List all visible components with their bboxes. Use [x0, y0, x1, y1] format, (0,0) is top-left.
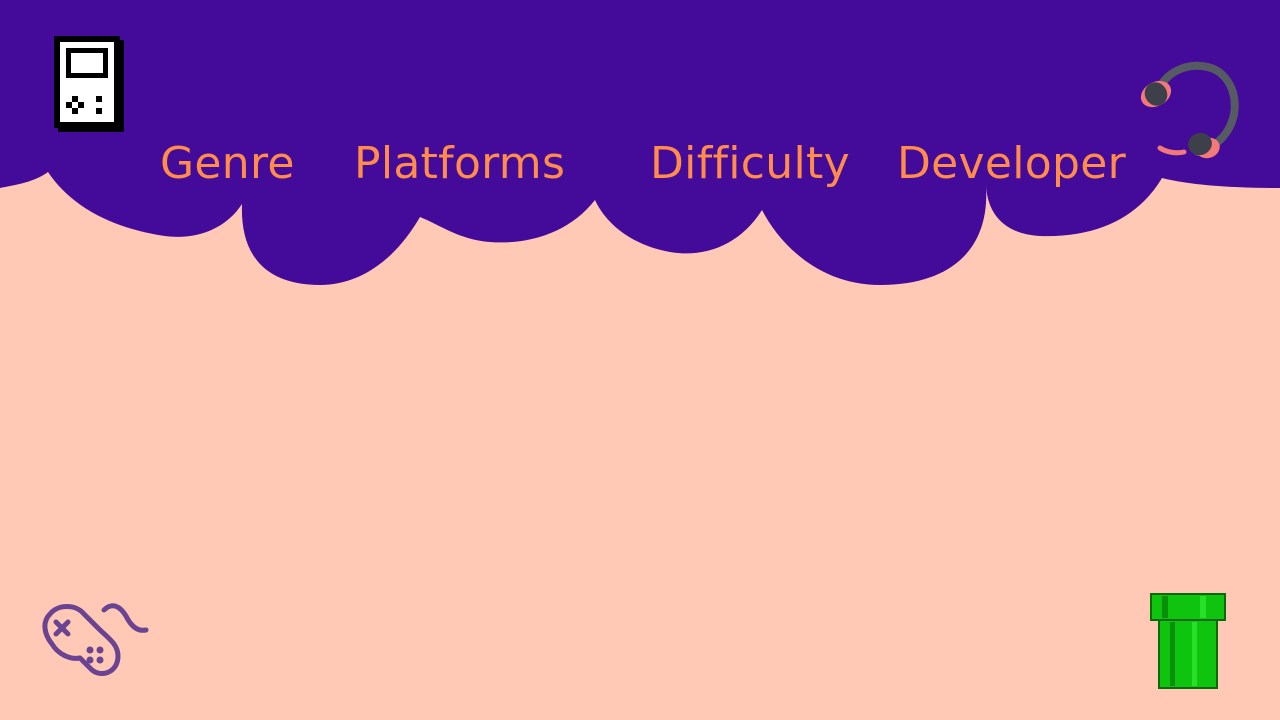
page: Genre Platforms Difficulty Developer [0, 0, 1280, 720]
nav-developer[interactable]: Developer [897, 136, 1126, 192]
headset-icon [1140, 61, 1239, 159]
nav-difficulty[interactable]: Difficulty [650, 136, 850, 192]
gamepad-icon [42, 603, 149, 676]
handheld-console-icon [54, 36, 124, 132]
warp-pipe-icon [1150, 593, 1226, 689]
nav-genre[interactable]: Genre [160, 136, 295, 192]
nav-platforms[interactable]: Platforms [354, 136, 565, 192]
background-layer [0, 0, 1280, 720]
